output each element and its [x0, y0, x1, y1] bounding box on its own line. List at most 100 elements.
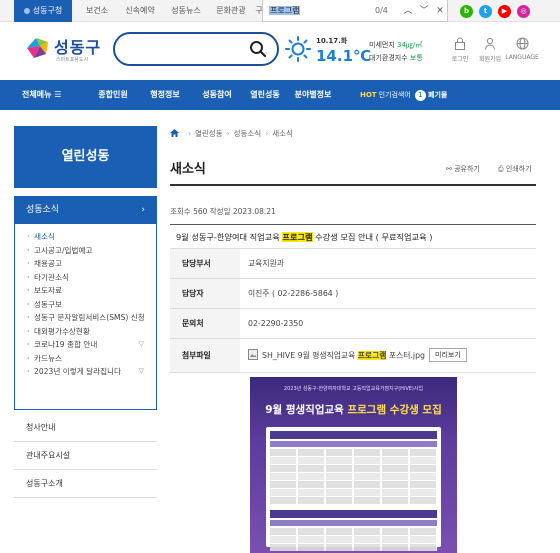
- print-button[interactable]: ⎙ 인쇄하기: [498, 164, 532, 174]
- search-icon[interactable]: [249, 40, 267, 58]
- attachment-value: SH_HIVE 9월 평생직업교육 프로그램 포스터.jpg 미리보기: [248, 339, 467, 372]
- all-menu-button[interactable]: 전체메뉴 ☰: [22, 80, 61, 110]
- top-tab-news[interactable]: 성동뉴스: [164, 0, 208, 22]
- logo-slogan: 스마트포용도시: [56, 57, 89, 63]
- chevron-down-icon: ▽: [138, 367, 144, 375]
- globe-icon: [516, 37, 528, 50]
- top-tab-health[interactable]: 보건소: [78, 0, 116, 22]
- breadcrumb-separator: ›: [265, 129, 269, 138]
- chevron-right-icon: ›: [141, 205, 145, 215]
- sidebar-item-2023-changes[interactable]: 2023년 이렇게 달라집니다▽: [27, 365, 156, 379]
- find-next-button[interactable]: ﹀: [417, 4, 431, 18]
- twitter-icon[interactable]: t: [479, 5, 492, 18]
- sidebar-menu-office[interactable]: 청사안내: [14, 414, 157, 442]
- row-value: 이진주 ( 02-2286-5864 ): [248, 289, 339, 298]
- top-tab-seongdong[interactable]: 성동구청: [14, 0, 72, 22]
- language-label: LANGUAGE: [505, 54, 539, 61]
- share-button[interactable]: ⚯ 공유하기: [446, 164, 480, 174]
- info-row-attachment: 첨부파일 SH_HIVE 9월 평생직업교육 프로그램 포스터.jpg 미리보기: [170, 339, 536, 373]
- chevron-up-icon: ︿: [403, 6, 413, 16]
- weather-date: 10.17.화: [316, 37, 348, 45]
- breadcrumb-current[interactable]: 새소식: [272, 129, 293, 138]
- all-menu-label: 전체메뉴: [22, 90, 52, 99]
- top-tab-culture[interactable]: 문화관광: [210, 0, 252, 22]
- blog-icon[interactable]: b: [460, 5, 473, 18]
- youtube-icon[interactable]: ▶: [498, 5, 511, 18]
- share-icon: ⚯: [446, 165, 452, 173]
- row-header: 첨부파일: [170, 339, 240, 372]
- sidebar-item-other-agencies[interactable]: 타기관소식: [27, 271, 156, 285]
- row-header: 문의처: [170, 309, 240, 338]
- sidebar-item-press[interactable]: 보도자료: [27, 284, 156, 298]
- gnb-open[interactable]: 열린성동: [240, 80, 290, 110]
- gnb-admin[interactable]: 행정정보: [140, 80, 190, 110]
- breadcrumb-news-cat[interactable]: 성동소식: [234, 129, 262, 138]
- fine-dust: 미세먼지 34㎍/㎥: [369, 41, 423, 49]
- logo-mark-icon: [27, 38, 48, 58]
- post-meta: 조회수 560 작성일 2023.08.21: [170, 207, 276, 216]
- sidebar-item-gubo[interactable]: 성동구보: [27, 298, 156, 312]
- row-value: 교육지원과: [248, 259, 284, 268]
- sidebar-item-sms[interactable]: 성동구 문자알림서비스(SMS) 신청: [27, 311, 145, 325]
- sidebar-menu-about[interactable]: 성동구소개: [14, 470, 157, 498]
- sidebar-item-cardnews[interactable]: 카드뉴스: [27, 352, 156, 366]
- share-label: 공유하기: [454, 165, 480, 173]
- hot-text: 인기검색어: [378, 91, 411, 99]
- chevron-down-icon: ▽: [138, 340, 144, 348]
- poster-subtitle: 2023년 성동구-한양여자대학교 고등직업교육거점지구(HiVE)사업: [283, 386, 424, 392]
- sidebar-item-news[interactable]: 새소식: [27, 230, 156, 244]
- hot-keywords[interactable]: HOT 인기검색어 1 폐기물: [360, 80, 449, 110]
- site-logo[interactable]: 성동구 스마트포용도시: [24, 32, 108, 68]
- page-title: 새소식: [170, 162, 206, 177]
- weather-temperature: 14.1℃: [316, 47, 372, 65]
- gnb-participation[interactable]: 성동참여: [192, 80, 242, 110]
- info-row-department: 담당부서 교육지원과: [170, 249, 536, 279]
- login-label: 로그인: [451, 56, 469, 63]
- breadcrumb-separator: ›: [226, 129, 230, 138]
- find-bar: 프로그램 0/4 ︿ ﹀ ✕: [262, 0, 448, 22]
- preview-button[interactable]: 미리보기: [429, 348, 467, 362]
- gnb-civil[interactable]: 종합민원: [88, 80, 138, 110]
- breadcrumb-open[interactable]: 열린성동: [195, 129, 223, 138]
- find-match-count: 0/4: [375, 6, 388, 15]
- poster-title: 9월 평생직업교육 프로그램 수강생 모집: [265, 404, 442, 416]
- sidebar-submenu: 새소식 고시공고/입법예고 채용공고 타기관소식 보도자료 성동구보 성동구 문…: [14, 224, 157, 410]
- hot-rank-badge: 1: [414, 90, 426, 101]
- gnb-field[interactable]: 분야별정보: [288, 80, 338, 110]
- signup-label: 회원가입: [478, 56, 502, 63]
- sidebar-item-covid[interactable]: 코로나19 종합 안내▽: [27, 338, 156, 352]
- instagram-icon[interactable]: ◎: [517, 5, 530, 18]
- info-row-contact: 문의처 02-2290-2350: [170, 309, 536, 339]
- print-icon: ⎙: [498, 165, 504, 173]
- row-header: 담당자: [170, 279, 240, 308]
- logo-name: 성동구: [54, 38, 102, 57]
- menu-icon: ☰: [54, 90, 62, 99]
- find-prev-button[interactable]: ︿: [401, 4, 415, 18]
- language-link[interactable]: LANGUAGE: [500, 37, 544, 61]
- row-header: 담당부서: [170, 249, 240, 278]
- print-label: 인쇄하기: [505, 165, 532, 173]
- lock-icon: [455, 37, 465, 50]
- sidebar-category-label: 성동소식: [26, 205, 60, 215]
- sidebar-category[interactable]: 성동소식 ›: [14, 196, 157, 224]
- find-input[interactable]: 프로그램: [269, 4, 389, 18]
- breadcrumb-separator: ›: [188, 129, 191, 138]
- poster-schedule-table: [266, 427, 441, 551]
- chevron-down-icon: ﹀: [419, 6, 429, 16]
- post-detail: 9월 성동구-한양여대 직업교육 프로그램 수강생 모집 안내 ( 무료직업교육…: [170, 224, 536, 373]
- close-icon: ✕: [436, 6, 444, 16]
- air-quality: 대기환경지수 보통: [369, 54, 423, 62]
- title-divider: [170, 184, 536, 186]
- hot-label: HOT: [360, 91, 377, 99]
- sidebar-item-recruit[interactable]: 채용공고: [27, 257, 156, 271]
- home-icon[interactable]: [170, 129, 179, 137]
- sidebar-item-awards[interactable]: 대외평가수상현황: [27, 325, 156, 339]
- attachment-link[interactable]: SH_HIVE 9월 평생직업교육 프로그램 포스터.jpg: [262, 351, 425, 360]
- info-row-manager: 담당자 이진주 ( 02-2286-5864 ): [170, 279, 536, 309]
- sidebar-menu-facilities[interactable]: 관내주요시설: [14, 442, 157, 470]
- find-close-button[interactable]: ✕: [433, 4, 447, 18]
- search-input[interactable]: [113, 32, 279, 66]
- sidebar-item-notice[interactable]: 고시공고/입법예고: [27, 244, 156, 258]
- top-tab-reservation[interactable]: 신속예약: [118, 0, 162, 22]
- main-navigation: 전체메뉴 ☰ 종합민원 행정정보 성동참여 열린성동 분야별정보 HOT 인기검색…: [0, 80, 560, 110]
